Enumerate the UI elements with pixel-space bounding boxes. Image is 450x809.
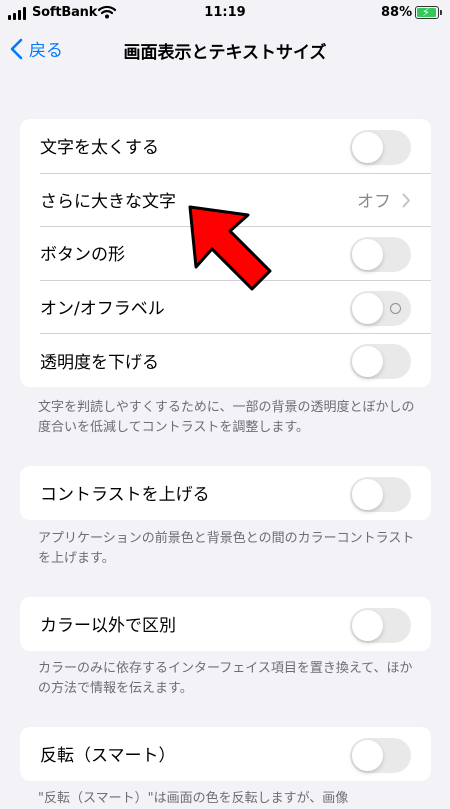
on-off-labels-toggle[interactable] <box>350 290 411 326</box>
smart-invert-toggle[interactable] <box>350 738 411 773</box>
smart-invert-row: 反転（スマート） <box>20 727 431 781</box>
bold-text-toggle[interactable] <box>350 130 411 165</box>
increase-contrast-footer: アプリケーションの前景色と背景色との間のカラーコントラストを上げます。 <box>38 531 415 566</box>
battery-cap <box>440 10 442 15</box>
row-label: カラー以外で区別 <box>40 616 176 637</box>
increase-contrast-group: コントラストを上げる <box>20 466 431 520</box>
chevron-right-icon <box>402 193 410 208</box>
reduce-transparency-footer: 文字を判読しやすくするために、一部の背景の透明度とぼかしの度合いを低減してコント… <box>38 400 415 435</box>
reduce-transparency-row: 透明度を下げる <box>20 333 431 387</box>
red-arrow-annotation-icon <box>188 205 272 291</box>
battery-charging-icon: ⚡ <box>415 6 439 19</box>
row-label: コントラストを上げる <box>40 485 210 506</box>
reduce-transparency-toggle[interactable] <box>350 344 411 380</box>
differentiate-without-color-row: カラー以外で区別 <box>20 597 431 651</box>
differentiate-without-color-group: カラー以外で区別 <box>20 597 431 651</box>
off-label-ring-icon <box>390 302 401 314</box>
bold-text-row: 文字を太くする <box>20 119 431 173</box>
battery-percent: 88% <box>381 5 413 20</box>
row-label: 文字を太くする <box>40 138 159 159</box>
row-label: さらに大きな文字 <box>40 191 176 212</box>
increase-contrast-toggle[interactable] <box>350 477 411 512</box>
page-title: 画面表示とテキストサイズ <box>123 43 327 63</box>
row-label: ボタンの形 <box>40 245 125 266</box>
differentiate-without-color-toggle[interactable] <box>350 608 411 643</box>
row-label: オン/オフラベル <box>40 299 165 320</box>
smart-invert-group: 反転（スマート） <box>20 727 431 781</box>
button-shapes-toggle[interactable] <box>350 237 411 273</box>
status-bar: SoftBank 11:19 88% ⚡ <box>0 0 450 30</box>
increase-contrast-row: コントラストを上げる <box>20 466 431 520</box>
larger-text-value: オフ <box>357 191 391 212</box>
row-label: 反転（スマート） <box>40 746 176 767</box>
differentiate-without-color-footer: カラーのみに依存するインターフェイス項目を置き換えて、ほかの方法で情報を伝えます… <box>38 661 413 696</box>
navigation-bar: 戻る 画面表示とテキストサイズ <box>0 30 450 74</box>
row-label: 透明度を下げる <box>40 352 159 373</box>
smart-invert-footer: "反転（スマート）"は画面の色を反転しますが、画像 <box>38 791 349 806</box>
